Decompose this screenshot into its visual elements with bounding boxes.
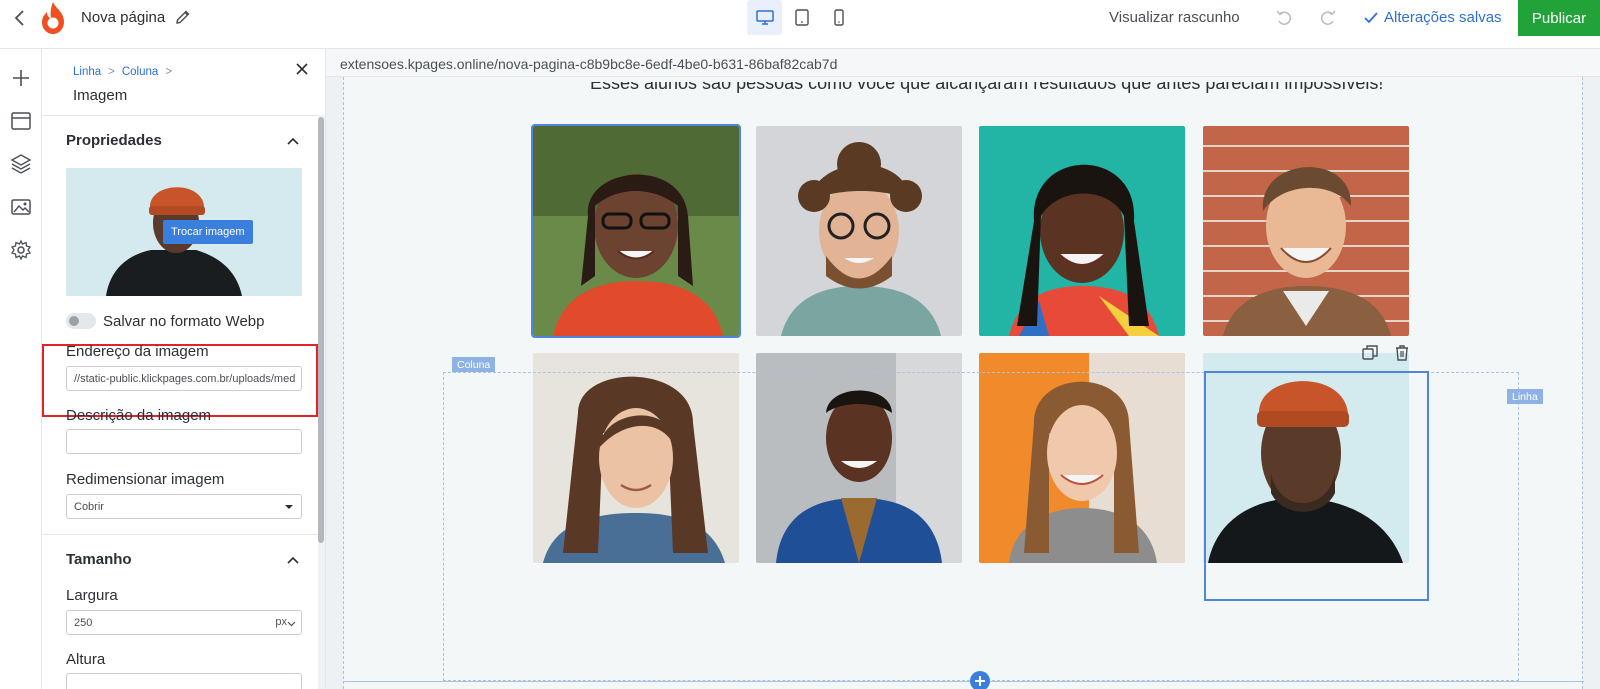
swap-image-button[interactable]: Trocar imagem: [163, 220, 253, 244]
add-section-button[interactable]: [970, 671, 990, 689]
height-input[interactable]: [66, 673, 302, 689]
width-label: Largura: [66, 587, 118, 604]
selected-image-outline: [1204, 371, 1429, 601]
duplicate-icon[interactable]: [1360, 343, 1380, 363]
image-url-input[interactable]: //static-public.klickpages.com.br/upload…: [66, 366, 302, 391]
tablet-view-button[interactable]: [784, 0, 819, 35]
undo-icon[interactable]: [1274, 8, 1294, 28]
portrait-image: [1203, 126, 1409, 336]
width-input[interactable]: 250 px: [66, 610, 302, 635]
panel-title: Imagem: [73, 87, 128, 104]
student-photo-4[interactable]: [1203, 126, 1409, 336]
url-bar: extensoes.kpages.online/nova-pagina-c8b9…: [326, 49, 1600, 77]
desktop-icon: [755, 9, 774, 25]
mobile-view-button[interactable]: [821, 0, 856, 35]
close-icon[interactable]: [294, 61, 310, 77]
device-switcher: [747, 0, 856, 35]
window-icon[interactable]: [10, 110, 32, 132]
student-photo-1[interactable]: [531, 124, 741, 338]
resize-select[interactable]: Cobrir: [66, 494, 302, 519]
publish-button[interactable]: Publicar: [1518, 0, 1600, 36]
chevron-up-icon[interactable]: [286, 553, 300, 567]
chevron-up-icon[interactable]: [286, 134, 300, 148]
width-value: 250: [74, 616, 93, 629]
height-label: Altura: [66, 651, 106, 668]
image-description-input[interactable]: [66, 429, 302, 454]
mobile-icon: [833, 9, 844, 26]
tablet-icon: [794, 9, 809, 26]
properties-heading: Propriedades: [66, 132, 162, 149]
editor-canvas: extensoes.kpages.online/nova-pagina-c8b9…: [326, 49, 1600, 689]
section-divider: [344, 681, 1584, 682]
column-tag[interactable]: Coluna: [452, 357, 496, 372]
page-url: extensoes.kpages.online/nova-pagina-c8b9…: [340, 56, 838, 72]
layers-icon[interactable]: [10, 153, 32, 175]
redo-icon[interactable]: [1318, 8, 1338, 28]
row-tag[interactable]: Linha: [1507, 389, 1543, 404]
image-gallery-icon[interactable]: [10, 196, 32, 218]
page-area: Esses alunos são pessoas como você que a…: [343, 77, 1584, 689]
resize-label: Redimensionar imagem: [66, 471, 225, 488]
pencil-icon[interactable]: [174, 8, 192, 26]
portrait-image: [979, 126, 1185, 336]
webp-label: Salvar no formato Webp: [103, 313, 265, 330]
chevron-down-icon: [287, 621, 296, 627]
panel-scroll-thumb[interactable]: [318, 117, 324, 543]
save-status: Alterações salvas: [1364, 9, 1502, 26]
student-photo-3[interactable]: [979, 126, 1185, 336]
section-headline[interactable]: Esses alunos são pessoas como você que a…: [590, 82, 1390, 94]
tool-rail: [0, 49, 42, 689]
breadcrumb-separator: >: [165, 66, 173, 78]
breadcrumb-separator: >: [108, 66, 115, 78]
image-description-label: Descrição da imagem: [66, 407, 212, 424]
portrait-image: [756, 126, 962, 336]
breadcrumb: Linha > Coluna >: [73, 66, 172, 78]
caret-down-icon: [285, 505, 293, 509]
webp-toggle[interactable]: [66, 313, 96, 329]
save-status-label: Alterações salvas: [1384, 9, 1502, 26]
back-arrow-icon[interactable]: [10, 8, 30, 28]
page-name: Nova página: [81, 9, 166, 26]
plus-icon: [975, 676, 985, 686]
preview-draft-link[interactable]: Visualizar rascunho: [1109, 9, 1240, 26]
hotmart-logo: [42, 2, 64, 34]
breadcrumb-item-coluna[interactable]: Coluna: [122, 66, 158, 78]
divider: [42, 115, 318, 116]
resize-select-value: Cobrir: [74, 500, 104, 513]
image-url-label: Endereço da imagem: [66, 343, 209, 360]
divider: [42, 534, 318, 535]
size-heading: Tamanho: [66, 551, 132, 568]
student-photo-2[interactable]: [756, 126, 962, 336]
portrait-image: [533, 126, 739, 336]
top-bar: Nova página Visualizar rascunho Alteraçõ…: [0, 0, 1600, 49]
plus-icon[interactable]: [10, 67, 32, 89]
gear-icon[interactable]: [10, 239, 32, 261]
trash-icon[interactable]: [1392, 343, 1412, 363]
desktop-view-button[interactable]: [747, 0, 782, 35]
properties-panel: Linha > Coluna > Imagem Propriedades Tro…: [42, 49, 326, 689]
check-icon: [1364, 11, 1378, 23]
width-unit[interactable]: px: [275, 616, 287, 628]
breadcrumb-item-linha[interactable]: Linha: [73, 66, 101, 78]
image-thumbnail: Trocar imagem: [66, 168, 302, 296]
